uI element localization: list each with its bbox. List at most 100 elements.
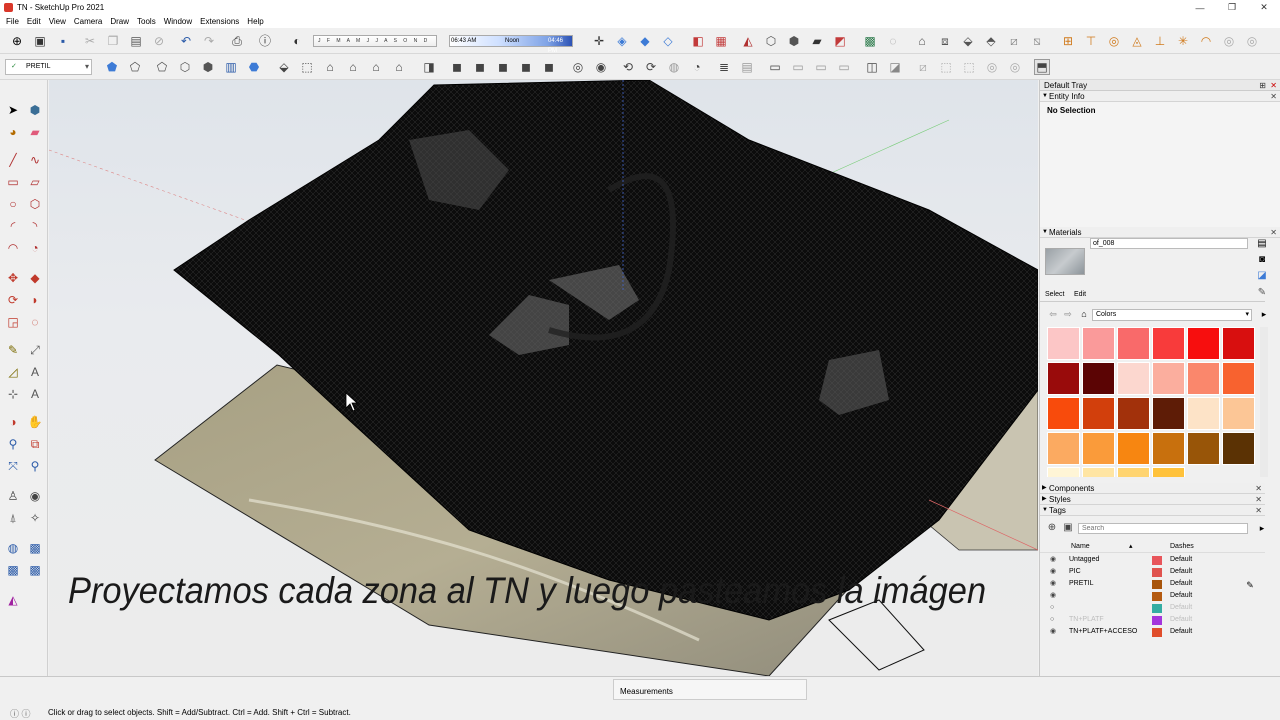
shadow-month-slider[interactable]: J F M A M J J A S O N D [313,35,437,47]
extension-icon-6[interactable]: ⊤ [1083,33,1099,49]
tab-select[interactable]: Select [1045,291,1064,298]
tag-row[interactable]: ◉ Default [1040,590,1265,602]
menu-extensions[interactable]: Extensions [196,17,243,26]
add-tag-icon[interactable]: ⊕ [1044,520,1060,536]
swatch[interactable] [1047,467,1080,477]
three-point-arc-icon[interactable]: ◠ [5,240,21,256]
section-fill-icon[interactable]: ▤ [739,59,755,75]
copy-icon[interactable]: ❐ [105,33,121,49]
eye-closed-icon[interactable]: ○ [1050,602,1054,614]
swatch[interactable] [1222,397,1255,430]
swatch[interactable] [1187,397,1220,430]
swatch[interactable] [1152,467,1185,477]
zoom-icon[interactable]: ⚲ [5,436,21,452]
solid-tool-1-icon[interactable]: ◼ [449,59,465,75]
push-pull-icon[interactable]: ◆ [27,270,43,286]
tag-row[interactable]: ◉ PRETIL Default [1040,578,1265,590]
freehand-icon[interactable]: ∿ [27,152,43,168]
xray-icon[interactable]: ⬟ [104,59,120,75]
sandbox-from-contours-icon[interactable]: ◧ [690,33,706,49]
eraser-icon[interactable]: ▰ [27,124,43,140]
add-folder-icon[interactable]: ▣ [1060,520,1076,536]
solid-tool-3-icon[interactable]: ◼ [495,59,511,75]
extension-icon-4[interactable]: ⧅ [1029,33,1045,49]
axes-tool-icon[interactable]: ⊹ [5,386,21,402]
tag-color-swatch[interactable] [1152,580,1162,589]
swatch[interactable] [1117,397,1150,430]
maximize-button[interactable]: ❐ [1216,0,1248,15]
eye-open-icon[interactable]: ◉ [1050,626,1056,638]
smoove-icon[interactable]: ◭ [740,33,756,49]
scene-2-icon[interactable]: ▭ [790,59,806,75]
swatch[interactable] [1082,432,1115,465]
section-tool-icon[interactable]: ✧ [27,510,43,526]
tag-color-swatch[interactable] [1152,568,1162,577]
zoom-window-icon[interactable]: ⧉ [27,436,43,452]
axes-icon[interactable]: ✛ [591,33,607,49]
menu-edit[interactable]: Edit [23,17,45,26]
eyedropper-icon[interactable]: ✎ [1254,285,1270,301]
position-camera-icon[interactable]: ⟳ [643,59,659,75]
erase-icon[interactable]: ⊘ [151,33,167,49]
scene-3-icon[interactable]: ▭ [813,59,829,75]
menu-tools[interactable]: Tools [133,17,160,26]
scene-4-icon[interactable]: ▭ [836,59,852,75]
select-tool-icon[interactable]: ➤ [5,102,21,118]
tags-close-icon[interactable]: ✕ [1255,505,1262,516]
section-cut-icon[interactable]: ≣ [716,59,732,75]
swatch[interactable] [1082,362,1115,395]
shadows-toggle-icon[interactable]: ◐ [289,33,305,49]
swatch[interactable] [1222,362,1255,395]
styles-header[interactable]: Styles ✕ [1040,494,1265,505]
group-icon[interactable]: ◫ [864,59,880,75]
text-tool-icon[interactable]: A [27,364,43,380]
extension-icon-12[interactable]: ◎ [1221,33,1237,49]
layer-select[interactable]: ✓ PRETIL ▾ [5,59,92,75]
orbit-icon[interactable]: ◎ [570,59,586,75]
view-top-icon[interactable]: ◆ [637,33,653,49]
tag-dashes[interactable]: Default [1170,602,1192,614]
two-point-arc-icon[interactable]: ◝ [27,218,43,234]
move-icon[interactable]: ✥ [5,270,21,286]
dimension-icon[interactable]: ⤢ [27,342,43,358]
tag-row[interactable]: ○ Default [1040,602,1265,614]
left-view-icon[interactable]: ⌂ [391,59,407,75]
shaded-icon[interactable]: ⬢ [200,59,216,75]
swatch[interactable] [1082,467,1115,477]
tab-edit[interactable]: Edit [1074,291,1086,298]
scene-icon[interactable]: ▭ [767,59,783,75]
extension-icon-9[interactable]: ⊥ [1152,33,1168,49]
ext-b3-icon[interactable]: ⬚ [961,59,977,75]
back-view-icon[interactable]: ⌂ [368,59,384,75]
tags-details-icon[interactable]: ▸ [1254,520,1270,536]
tag-color-swatch[interactable] [1152,592,1162,601]
section-plane-icon[interactable]: ◍ [666,59,682,75]
sort-icon[interactable]: ▴ [1129,542,1133,550]
menu-draw[interactable]: Draw [106,17,133,26]
hidden-line-icon[interactable]: ⬡ [177,59,193,75]
minimize-button[interactable]: — [1184,0,1216,15]
swatch[interactable] [1187,327,1220,360]
col-name[interactable]: Name [1071,543,1090,550]
menu-file[interactable]: File [2,17,23,26]
measurements-box[interactable]: Measurements [613,679,807,700]
swatch[interactable] [1082,327,1115,360]
swatch[interactable] [1222,327,1255,360]
menu-view[interactable]: View [45,17,70,26]
follow-me-icon[interactable]: ◗ [27,292,43,308]
library-select[interactable]: Colors ▾ [1092,309,1252,321]
make-component-icon[interactable]: ⬢ [27,102,43,118]
ext-b2-icon[interactable]: ⬚ [938,59,954,75]
extension-icon-13[interactable]: ◎ [1244,33,1260,49]
swatch[interactable] [1152,397,1185,430]
swatch[interactable] [1047,362,1080,395]
swatch[interactable] [1047,327,1080,360]
orbit-tool-icon[interactable]: ◑ [5,414,21,430]
warehouse-icon[interactable]: ⌂ [914,33,930,49]
view-front-icon[interactable]: ◇ [660,33,676,49]
shadow-time-slider[interactable]: 06:43 AM Noon 04:46 PM [449,35,573,54]
rotated-rectangle-icon[interactable]: ▱ [27,174,43,190]
components-header[interactable]: Components ✕ [1040,483,1265,494]
sandbox-1-icon[interactable]: ◍ [5,540,21,556]
component-icon[interactable]: ⧈ [937,33,953,49]
